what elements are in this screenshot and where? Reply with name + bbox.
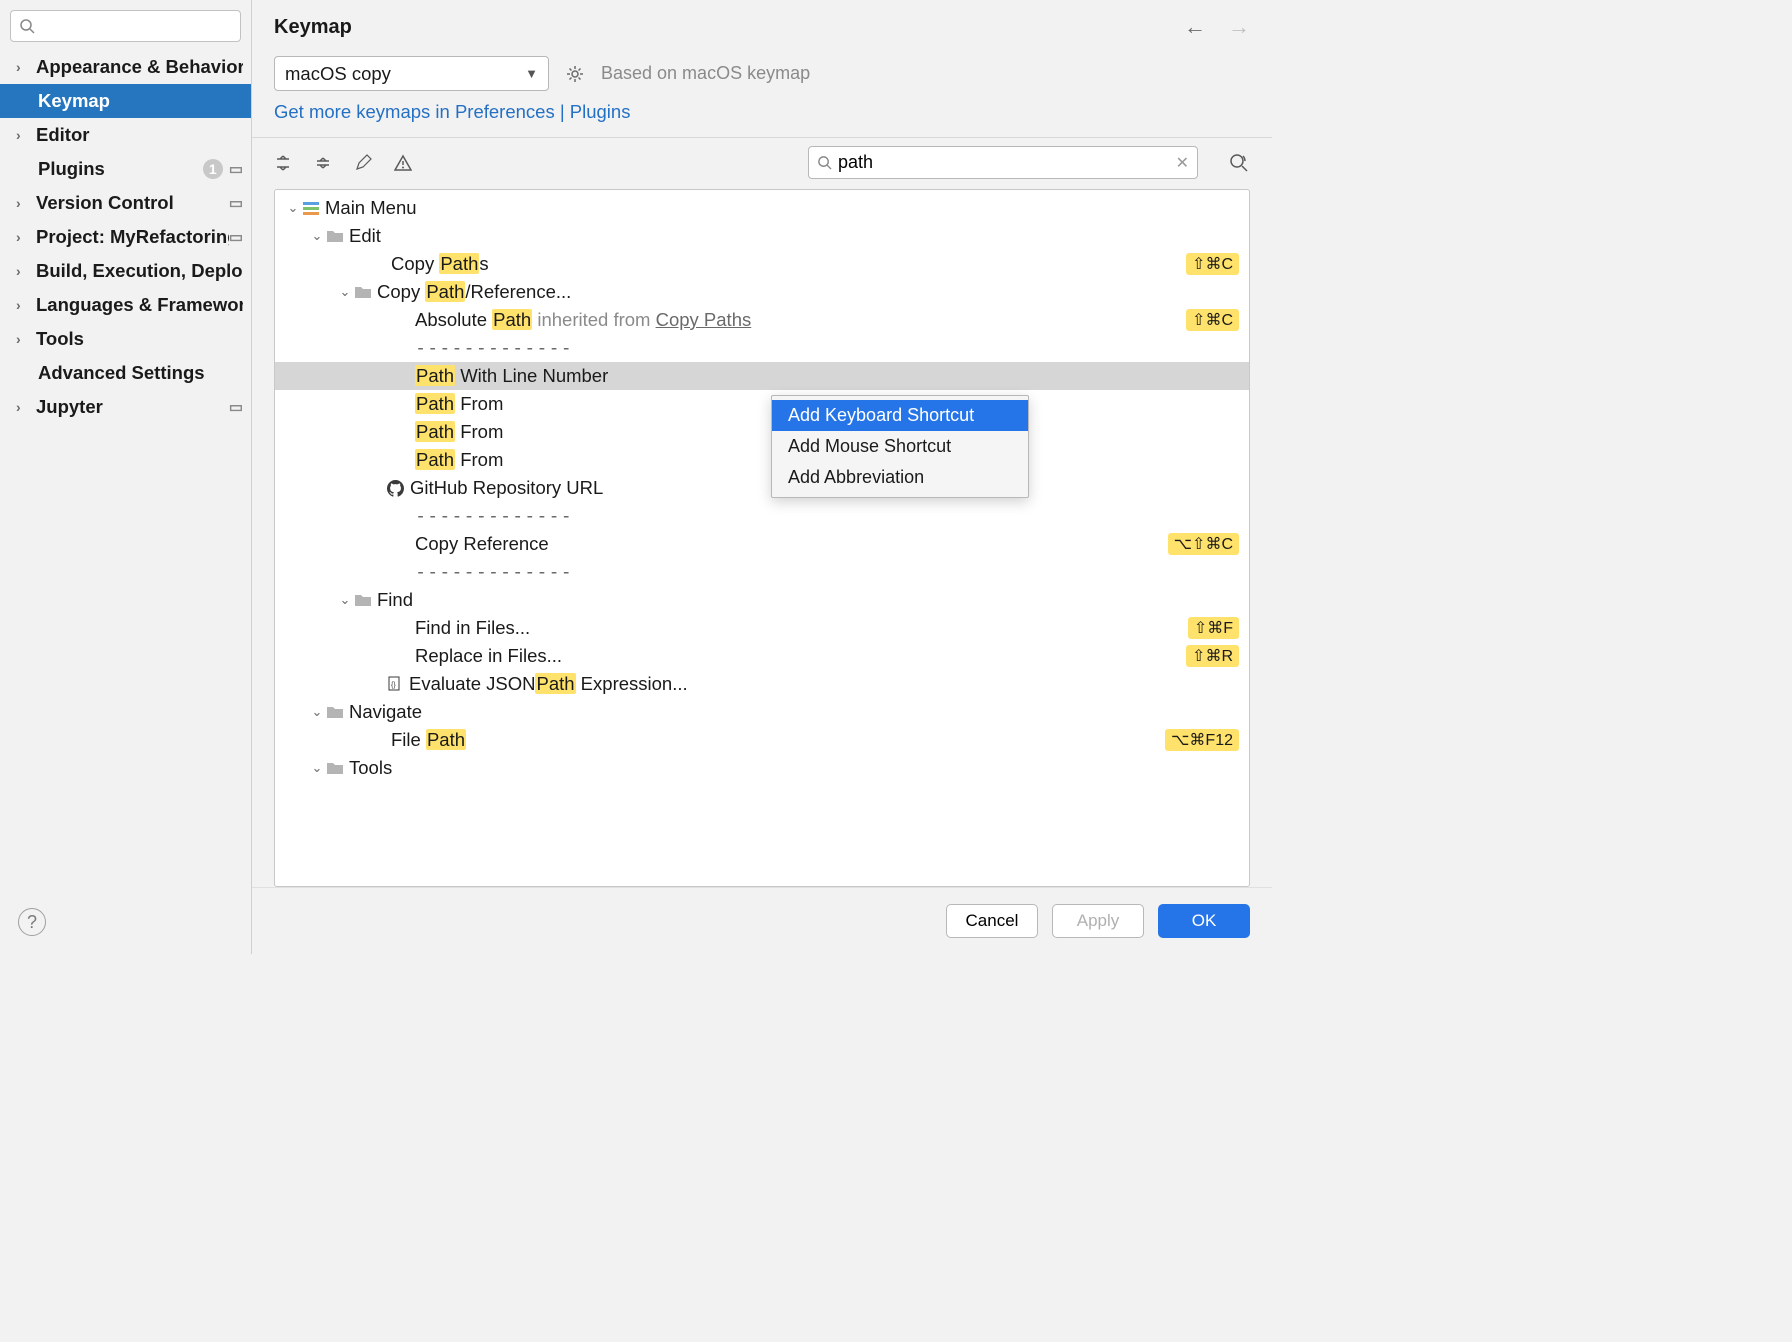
sidebar-item-plugins[interactable]: Plugins 1 ▭ (0, 152, 251, 186)
tree-node-tools[interactable]: ⌄ Tools (275, 754, 1249, 782)
chevron-down-icon[interactable]: ⌄ (285, 200, 301, 216)
action-filter-input[interactable] (838, 152, 1170, 173)
search-icon (817, 155, 832, 170)
chevron-right-icon: › (16, 59, 30, 75)
folder-icon (355, 593, 371, 607)
folder-icon (327, 761, 343, 775)
shortcut-badge: ⌥⌘F12 (1165, 729, 1239, 751)
chevron-right-icon: › (16, 195, 30, 211)
separator-icon: ▭ (229, 228, 243, 246)
keymap-dropdown[interactable]: macOS copy ▼ (274, 56, 549, 91)
chevron-right-icon: › (16, 297, 30, 313)
menu-icon (303, 201, 319, 215)
plugins-update-badge: 1 (203, 159, 223, 179)
sidebar-item-jupyter[interactable]: › Jupyter ▭ (0, 390, 251, 424)
shortcut-badge: ⌥⇧⌘C (1168, 533, 1239, 555)
tree-separator: ------------- (275, 502, 1249, 530)
folder-icon (327, 229, 343, 243)
separator-icon: ▭ (229, 160, 243, 178)
chevron-down-icon[interactable]: ⌄ (309, 704, 325, 720)
tree-node-main-menu[interactable]: ⌄ Main Menu (275, 194, 1249, 222)
warning-icon[interactable] (394, 154, 412, 172)
shortcut-badge: ⇧⌘C (1186, 253, 1239, 275)
settings-sidebar: › Appearance & Behavior Keymap › Editor … (0, 0, 252, 954)
chevron-right-icon: › (16, 229, 30, 245)
separator-icon: ▭ (229, 398, 243, 416)
search-icon (19, 18, 35, 34)
separator-icon: ▭ (229, 194, 243, 212)
expand-all-icon[interactable] (274, 154, 292, 172)
apply-button: Apply (1052, 904, 1144, 938)
sidebar-search-input[interactable] (41, 16, 232, 37)
json-icon: {} (387, 676, 403, 692)
github-icon (387, 480, 404, 497)
tree-leaf-path-from[interactable]: Path From (275, 446, 1249, 474)
chevron-down-icon[interactable]: ⌄ (309, 228, 325, 244)
help-button[interactable]: ? (18, 908, 46, 936)
tree-node-navigate[interactable]: ⌄ Navigate (275, 698, 1249, 726)
sidebar-item-tools[interactable]: › Tools (0, 322, 251, 356)
chevron-down-icon[interactable]: ⌄ (337, 284, 353, 300)
chevron-right-icon: › (16, 331, 30, 347)
tree-leaf-path-from[interactable]: Path From (275, 418, 1249, 446)
tree-separator: ------------- (275, 334, 1249, 362)
folder-icon (327, 705, 343, 719)
edit-icon[interactable] (354, 154, 372, 172)
tree-node-edit[interactable]: ⌄ Edit (275, 222, 1249, 250)
cancel-button[interactable]: Cancel (946, 904, 1038, 938)
sidebar-item-advanced[interactable]: Advanced Settings (0, 356, 251, 390)
sidebar-item-vcs[interactable]: › Version Control ▭ (0, 186, 251, 220)
svg-text:{}: {} (391, 682, 396, 689)
menu-add-mouse-shortcut[interactable]: Add Mouse Shortcut (772, 431, 1028, 462)
tree-leaf-find-in-files[interactable]: Find in Files... ⇧⌘F (275, 614, 1249, 642)
based-on-text: Based on macOS keymap (601, 63, 810, 84)
collapse-all-icon[interactable] (314, 154, 332, 172)
tree-leaf-absolute-path[interactable]: Absolute Path inherited from Copy Paths … (275, 306, 1249, 334)
chevron-down-icon[interactable]: ⌄ (309, 760, 325, 776)
sidebar-item-project[interactable]: › Project: MyRefactorings ▭ (0, 220, 251, 254)
tree-node-copy-path-ref[interactable]: ⌄ Copy Path/Reference... (275, 278, 1249, 306)
sidebar-item-editor[interactable]: › Editor (0, 118, 251, 152)
menu-add-abbreviation[interactable]: Add Abbreviation (772, 462, 1028, 493)
tree-leaf-path-from[interactable]: Path From (275, 390, 1249, 418)
shortcut-badge: ⇧⌘R (1186, 645, 1239, 667)
tree-leaf-copy-reference[interactable]: Copy Reference ⌥⇧⌘C (275, 530, 1249, 558)
tree-leaf-file-path[interactable]: File Path ⌥⌘F12 (275, 726, 1249, 754)
main-panel: Keymap ← → macOS copy ▼ Based on macOS k… (252, 0, 1272, 954)
action-filter[interactable]: ✕ (808, 146, 1198, 179)
tree-leaf-replace-in-files[interactable]: Replace in Files... ⇧⌘R (275, 642, 1249, 670)
menu-add-keyboard-shortcut[interactable]: Add Keyboard Shortcut (772, 400, 1028, 431)
sidebar-search[interactable] (10, 10, 241, 42)
sidebar-item-languages[interactable]: › Languages & Frameworks (0, 288, 251, 322)
keymap-tree[interactable]: ⌄ Main Menu ⌄ Edit Copy Paths ⇧⌘C ⌄ Copy… (275, 190, 1249, 786)
get-more-keymaps-link[interactable]: Get more keymaps in Preferences | Plugin… (274, 101, 630, 122)
chevron-right-icon: › (16, 127, 30, 143)
tree-leaf-github-url[interactable]: GitHub Repository URL (275, 474, 1249, 502)
folder-icon (355, 285, 371, 299)
tree-separator: ------------- (275, 558, 1249, 586)
tree-node-find[interactable]: ⌄ Find (275, 586, 1249, 614)
gear-icon[interactable] (565, 64, 585, 84)
chevron-down-icon[interactable]: ⌄ (337, 592, 353, 608)
chevron-right-icon: › (16, 399, 30, 415)
ok-button[interactable]: OK (1158, 904, 1250, 938)
sidebar-item-appearance[interactable]: › Appearance & Behavior (0, 50, 251, 84)
sidebar-item-build[interactable]: › Build, Execution, Deployment (0, 254, 251, 288)
nav-forward-button: → (1228, 14, 1250, 40)
nav-back-button[interactable]: ← (1184, 14, 1206, 40)
shortcut-badge: ⇧⌘C (1186, 309, 1239, 331)
page-title: Keymap (274, 16, 1184, 39)
context-menu: Add Keyboard Shortcut Add Mouse Shortcut… (771, 395, 1029, 498)
tree-leaf-json-path[interactable]: {} Evaluate JSONPath Expression... (275, 670, 1249, 698)
find-by-shortcut-icon[interactable] (1228, 152, 1250, 174)
chevron-right-icon: › (16, 263, 30, 279)
clear-filter-icon[interactable]: ✕ (1176, 153, 1189, 173)
chevron-down-icon: ▼ (525, 66, 538, 81)
shortcut-badge: ⇧⌘F (1188, 617, 1239, 639)
sidebar-item-keymap[interactable]: Keymap (0, 84, 251, 118)
tree-leaf-path-line-number[interactable]: Path With Line Number (275, 362, 1249, 390)
tree-leaf-copy-paths[interactable]: Copy Paths ⇧⌘C (275, 250, 1249, 278)
